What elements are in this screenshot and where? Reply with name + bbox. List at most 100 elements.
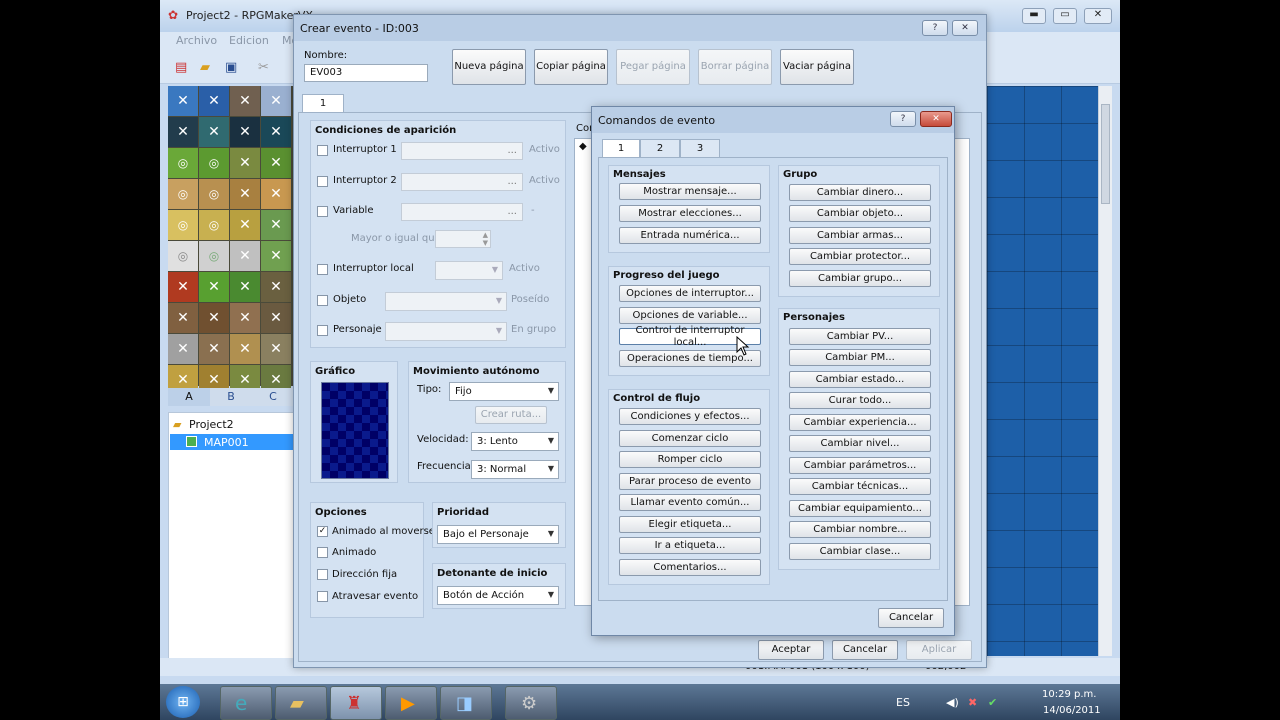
change-name-button[interactable]: Cambiar nombre... — [789, 521, 931, 538]
commands-tab-1[interactable]: 1 — [602, 139, 640, 157]
map-canvas[interactable] — [987, 86, 1098, 656]
change-items-button[interactable]: Cambiar objeto... — [789, 205, 931, 222]
clock-date[interactable]: 14/06/2011 — [1043, 705, 1101, 716]
tile-dark[interactable]: ✕ — [168, 117, 198, 147]
tile-grass[interactable]: ◎ — [199, 148, 229, 178]
exit-event-button[interactable]: Parar proceso de evento — [619, 473, 761, 490]
commands-help-icon[interactable]: ? — [890, 111, 916, 127]
change-skills-button[interactable]: Cambiar técnicas... — [789, 478, 931, 495]
local-switch-select[interactable]: ▼ — [435, 261, 503, 280]
update-icon[interactable]: ✔ — [988, 696, 997, 709]
show-message-button[interactable]: Mostrar mensaje... — [619, 183, 761, 200]
tile-stone[interactable]: ✕ — [230, 334, 260, 364]
app-taskbar-icon[interactable]: ◨ — [440, 686, 492, 720]
change-equipment-button[interactable]: Cambiar equipamiento... — [789, 500, 931, 517]
graphic-preview[interactable] — [321, 382, 389, 479]
switch2-checkbox[interactable] — [317, 176, 328, 187]
variable-select[interactable]: ... — [401, 203, 523, 221]
label-button[interactable]: Elegir etiqueta... — [619, 516, 761, 533]
step-anim-checkbox[interactable] — [317, 547, 328, 558]
scroll-thumb[interactable] — [1101, 104, 1110, 204]
comment-button[interactable]: Comentarios... — [619, 559, 761, 576]
conditional-button[interactable]: Condiciones y efectos... — [619, 408, 761, 425]
frequency-select[interactable]: 3: Normal ▼ — [471, 460, 559, 479]
network-icon[interactable]: ✖ — [968, 696, 977, 709]
tile-sand[interactable]: ✕ — [230, 179, 260, 209]
switch2-select[interactable]: ... — [401, 173, 523, 191]
jump-label-button[interactable]: Ir a etiqueta... — [619, 537, 761, 554]
copy-page-button[interactable]: Copiar página — [534, 49, 608, 85]
tile-stone[interactable]: ✕ — [261, 334, 291, 364]
map-scrollbar[interactable] — [1098, 86, 1112, 656]
clock-time[interactable]: 10:29 p.m. — [1042, 689, 1096, 700]
speed-select[interactable]: 3: Lento ▼ — [471, 432, 559, 451]
trigger-select[interactable]: Botón de Acción ▼ — [437, 586, 559, 605]
tile-water[interactable]: ✕ — [168, 86, 198, 116]
name-input[interactable]: EV003 — [304, 64, 428, 82]
tile-wood[interactable]: ✕ — [199, 303, 229, 333]
tile-snow[interactable]: ✕ — [230, 241, 260, 271]
tile-desert[interactable]: ◎ — [168, 210, 198, 240]
rpgmaker-taskbar-icon[interactable]: ♜ — [330, 686, 382, 720]
actor-checkbox[interactable] — [317, 325, 328, 336]
change-hp-button[interactable]: Cambiar PV... — [789, 328, 931, 345]
create-route-button[interactable]: Crear ruta... — [475, 406, 547, 424]
change-exp-button[interactable]: Cambiar experiencia... — [789, 414, 931, 431]
change-armor-button[interactable]: Cambiar protector... — [789, 248, 931, 265]
explorer-taskbar-icon[interactable]: ▰ — [275, 686, 327, 720]
loop-button[interactable]: Comenzar ciclo — [619, 430, 761, 447]
menu-archivo[interactable]: Archivo — [176, 34, 217, 47]
move-type-select[interactable]: Fijo ▼ — [449, 382, 559, 401]
tile-desert[interactable]: ✕ — [230, 210, 260, 240]
tile-desert[interactable]: ✕ — [261, 210, 291, 240]
ok-button[interactable]: Aceptar — [758, 640, 824, 660]
tile-sand[interactable]: ◎ — [199, 179, 229, 209]
variable-value-spinner[interactable]: ▲ ▼ — [435, 230, 491, 248]
through-checkbox[interactable] — [317, 591, 328, 602]
paste-page-button[interactable]: Pegar página — [616, 49, 690, 85]
variable-checkbox[interactable] — [317, 206, 328, 217]
tile-snow[interactable]: ◎ — [168, 241, 198, 271]
tile-desert[interactable]: ◎ — [199, 210, 229, 240]
new-page-button[interactable]: Nueva página — [452, 49, 526, 85]
tile-palette[interactable]: ✕ ✕ ✕ ✕ ✕ ✕ ✕ ✕ ◎ ◎ ✕ ✕ ◎ ◎ ✕ ✕ ◎ ◎ ✕ ✕ … — [168, 86, 294, 395]
minimize-icon[interactable]: ▬ — [1022, 8, 1046, 24]
tile-sand[interactable]: ◎ — [168, 179, 198, 209]
tile-grass[interactable]: ✕ — [230, 148, 260, 178]
tile-lava[interactable]: ✕ — [199, 272, 229, 302]
priority-select[interactable]: Bajo el Personaje ▼ — [437, 525, 559, 544]
tile-grass[interactable]: ✕ — [261, 148, 291, 178]
cut-icon[interactable]: ✂ — [258, 60, 269, 75]
event-page-tab-1[interactable]: 1 — [302, 94, 344, 112]
change-class-button[interactable]: Cambiar clase... — [789, 543, 931, 560]
change-party-button[interactable]: Cambiar grupo... — [789, 270, 931, 287]
actor-select[interactable]: ▼ — [385, 322, 507, 341]
tree-project[interactable]: Project2 — [189, 418, 234, 431]
tile-lava[interactable]: ✕ — [168, 272, 198, 302]
tile-tab-c[interactable]: C — [252, 388, 294, 406]
menu-edicion[interactable]: Edicion — [229, 34, 269, 47]
change-state-button[interactable]: Cambiar estado... — [789, 371, 931, 388]
tile-sand[interactable]: ✕ — [261, 179, 291, 209]
tile-wood[interactable]: ✕ — [261, 303, 291, 333]
number-input-button[interactable]: Entrada numérica... — [619, 227, 761, 244]
tile-rock[interactable]: ✕ — [230, 86, 260, 116]
tile-ice[interactable]: ✕ — [261, 86, 291, 116]
commands-tab-3[interactable]: 3 — [680, 139, 720, 157]
start-button-icon[interactable]: ⊞ — [166, 686, 200, 718]
tile-dark[interactable]: ✕ — [261, 117, 291, 147]
switch-ops-button[interactable]: Opciones de interruptor... — [619, 285, 761, 302]
tile-tab-a[interactable]: A — [168, 388, 210, 406]
direction-fix-checkbox[interactable] — [317, 569, 328, 580]
tile-lava[interactable]: ✕ — [230, 272, 260, 302]
tile-stone[interactable]: ✕ — [168, 334, 198, 364]
tree-map-selected[interactable]: MAP001 — [170, 434, 294, 450]
item-checkbox[interactable] — [317, 295, 328, 306]
tile-snow[interactable]: ◎ — [199, 241, 229, 271]
switch1-checkbox[interactable] — [317, 145, 328, 156]
media-taskbar-icon[interactable]: ▶ — [385, 686, 437, 720]
help-icon[interactable]: ? — [922, 20, 948, 36]
tile-wood[interactable]: ✕ — [230, 303, 260, 333]
local-switch-checkbox[interactable] — [317, 264, 328, 275]
commands-close-icon[interactable]: ✕ — [920, 111, 952, 127]
